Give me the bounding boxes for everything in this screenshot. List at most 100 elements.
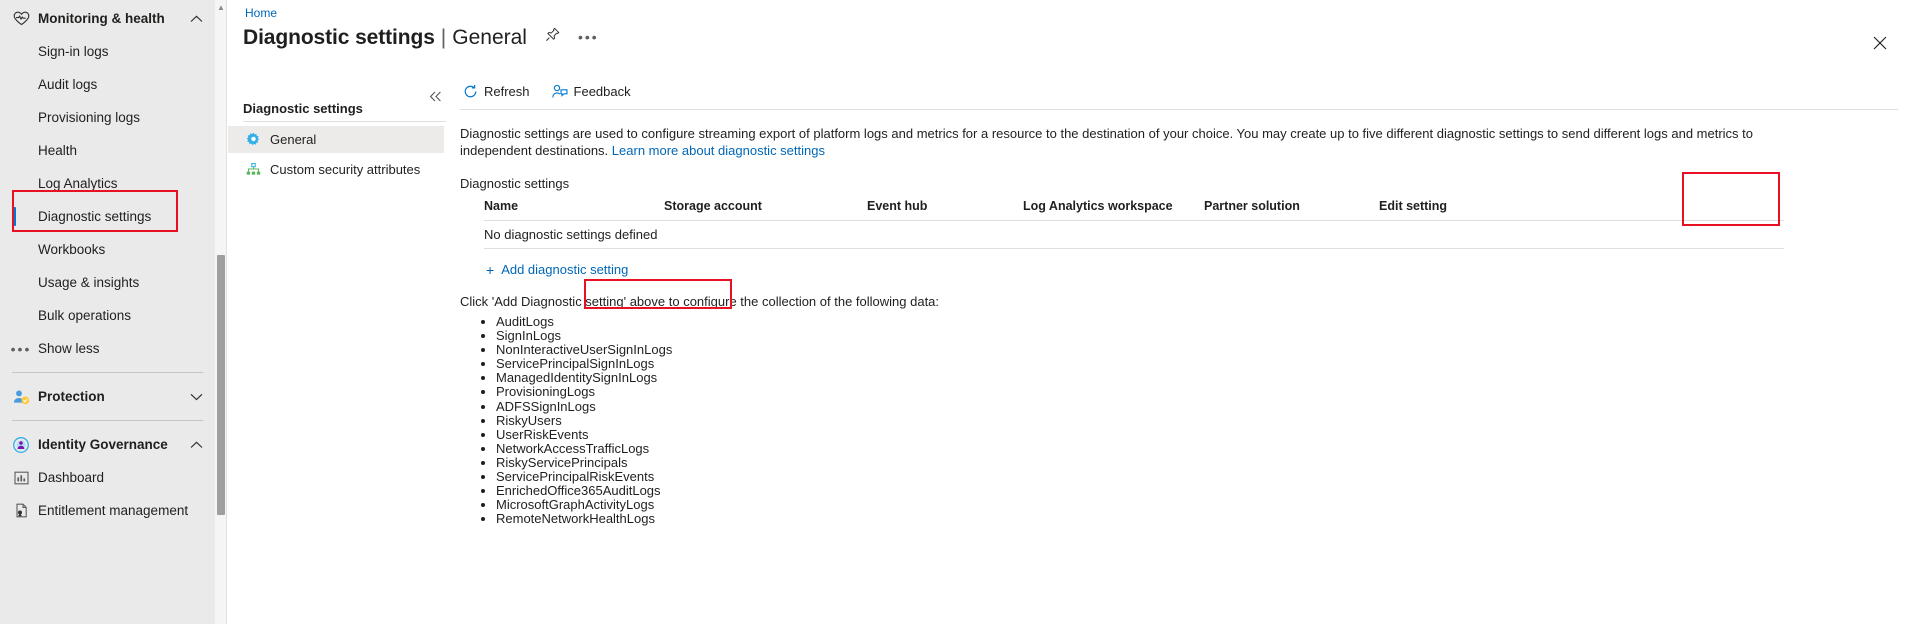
column-header-edit-setting[interactable]: Edit setting (1379, 199, 1447, 213)
list-item: ProvisioningLogs (496, 385, 1912, 399)
nav-divider (12, 420, 203, 421)
refresh-icon (463, 84, 478, 99)
more-options-icon[interactable]: ••• (578, 29, 599, 45)
inner-menu-item-label: General (270, 132, 317, 147)
diagnostic-settings-table: Name Storage account Event hub Log Analy… (460, 199, 1784, 249)
pin-icon[interactable] (545, 27, 560, 45)
blank-icon (10, 76, 32, 94)
nav-group-monitoring-health[interactable]: Monitoring & health (0, 2, 215, 35)
column-header-partner-solution[interactable]: Partner solution (1204, 199, 1379, 213)
empty-state-message: No diagnostic settings defined (484, 227, 658, 242)
portal-sidebar: Monitoring & health Sign-in logs Audit l… (0, 0, 215, 624)
governance-icon (10, 436, 32, 454)
breadcrumb-home[interactable]: Home (245, 6, 277, 20)
sidebar-item-audit-logs[interactable]: Audit logs (0, 68, 215, 101)
sidebar-item-label: Diagnostic settings (38, 209, 152, 224)
blank-icon (10, 43, 32, 61)
page-title: Diagnostic settings | General ••• (243, 26, 599, 50)
column-header-log-analytics-workspace[interactable]: Log Analytics workspace (1023, 199, 1204, 213)
page-title-subtitle: General (452, 26, 527, 49)
sidebar-item-label: Log Analytics (38, 176, 118, 191)
log-categories-list: AuditLogs SignInLogs NonInteractiveUserS… (460, 315, 1912, 526)
page-title-main: Diagnostic settings (243, 26, 435, 49)
close-icon[interactable] (1870, 33, 1890, 53)
feedback-button[interactable]: Feedback (550, 82, 633, 101)
list-item: RemoteNetworkHealthLogs (496, 512, 1912, 526)
scroll-up-arrow[interactable]: ▲ (215, 0, 227, 14)
shield-person-icon (10, 388, 32, 406)
add-diagnostic-setting-label: Add diagnostic setting (501, 262, 629, 277)
sidebar-item-workbooks[interactable]: Workbooks (0, 233, 215, 266)
table-header-row: Name Storage account Event hub Log Analy… (460, 199, 1760, 220)
inner-menu-item-custom-security-attributes[interactable]: Custom security attributes (228, 156, 444, 183)
sidebar-item-bulk-operations[interactable]: Bulk operations (0, 299, 215, 332)
sidebar-item-dashboard[interactable]: Dashboard (0, 461, 215, 494)
list-item: EnrichedOffice365AuditLogs (496, 484, 1912, 498)
list-item: SignInLogs (496, 329, 1912, 343)
sidebar-item-provisioning-logs[interactable]: Provisioning logs (0, 101, 215, 134)
sidebar-item-health[interactable]: Health (0, 134, 215, 167)
sidebar-item-label: Entitlement management (38, 503, 189, 518)
list-item: RiskyServicePrincipals (496, 455, 1912, 470)
table-row-empty: No diagnostic settings defined (460, 221, 1760, 248)
list-item: AuditLogs (496, 315, 1912, 329)
nav-group-label: Monitoring & health (38, 11, 165, 26)
sidebar-item-log-analytics[interactable]: Log Analytics (0, 167, 215, 200)
list-item: NonInteractiveUserSignInLogs (496, 343, 1912, 357)
feedback-label: Feedback (573, 83, 631, 99)
refresh-button[interactable]: Refresh (461, 82, 532, 101)
chevron-double-left-icon[interactable] (426, 87, 444, 105)
toolbar-divider (460, 109, 1898, 110)
nav-group-protection[interactable]: Protection (0, 380, 215, 413)
heart-pulse-icon (10, 10, 32, 28)
column-header-name[interactable]: Name (484, 199, 664, 213)
scrollbar-thumb[interactable] (217, 255, 225, 515)
ellipsis-icon: ••• (10, 340, 32, 357)
blade-inner-menu: Diagnostic settings General Custom secur… (228, 77, 448, 624)
blank-icon (10, 142, 32, 160)
sidebar-item-show-less[interactable]: ••• Show less (0, 332, 215, 365)
column-header-storage-account[interactable]: Storage account (664, 199, 867, 213)
instruction-text: Click 'Add Diagnostic setting' above to … (460, 294, 940, 309)
blank-icon (10, 175, 32, 193)
sidebar-item-label: Audit logs (38, 77, 98, 92)
gear-icon (244, 132, 262, 148)
nav-divider (12, 372, 203, 373)
list-item: NetworkAccessTrafficLogs (496, 441, 1912, 456)
inner-menu-heading: Diagnostic settings (243, 101, 363, 116)
sidebar-item-label: Show less (38, 341, 100, 356)
plus-icon: + (486, 261, 495, 278)
sidebar-item-entitlement-management[interactable]: Entitlement management (0, 494, 215, 527)
chevron-up-icon[interactable] (190, 437, 203, 452)
diagnostic-settings-blade: Home Diagnostic settings | General ••• D… (228, 0, 1912, 624)
nav-group-identity-governance[interactable]: Identity Governance (0, 428, 215, 461)
sidebar-item-sign-in-logs[interactable]: Sign-in logs (0, 35, 215, 68)
sidebar-item-label: Usage & insights (38, 275, 140, 290)
blank-icon (10, 109, 32, 127)
description-text: Diagnostic settings are used to configur… (460, 125, 1770, 159)
nav-group-label: Protection (38, 389, 105, 404)
document-icon (10, 502, 32, 520)
list-item: RiskyUsers (496, 413, 1912, 428)
sidebar-item-usage-insights[interactable]: Usage & insights (0, 266, 215, 299)
inner-menu-divider (243, 121, 446, 122)
learn-more-link[interactable]: Learn more about diagnostic settings (612, 143, 825, 158)
chevron-up-icon[interactable] (190, 11, 203, 26)
chart-icon (10, 469, 32, 487)
page-title-separator: | (440, 26, 447, 49)
sidebar-scrollbar[interactable]: ▲ (215, 0, 227, 624)
list-item: ServicePrincipalRiskEvents (496, 470, 1912, 484)
add-diagnostic-setting-button[interactable]: + Add diagnostic setting (483, 258, 636, 281)
column-header-event-hub[interactable]: Event hub (867, 199, 1023, 213)
diagnostic-settings-section-label: Diagnostic settings (460, 176, 570, 191)
sidebar-item-label: Sign-in logs (38, 44, 109, 59)
chevron-down-icon[interactable] (190, 389, 203, 404)
feedback-person-icon (551, 84, 568, 99)
inner-menu-item-general[interactable]: General (228, 126, 444, 153)
sidebar-item-diagnostic-settings[interactable]: Diagnostic settings (0, 200, 215, 233)
list-item: ManagedIdentitySignInLogs (496, 371, 1912, 385)
blank-icon (10, 307, 32, 325)
nav-group-label: Identity Governance (38, 437, 168, 452)
inner-menu-item-label: Custom security attributes (270, 162, 421, 177)
blade-content: Refresh Feedback Diagnostic settings are… (460, 77, 1912, 624)
